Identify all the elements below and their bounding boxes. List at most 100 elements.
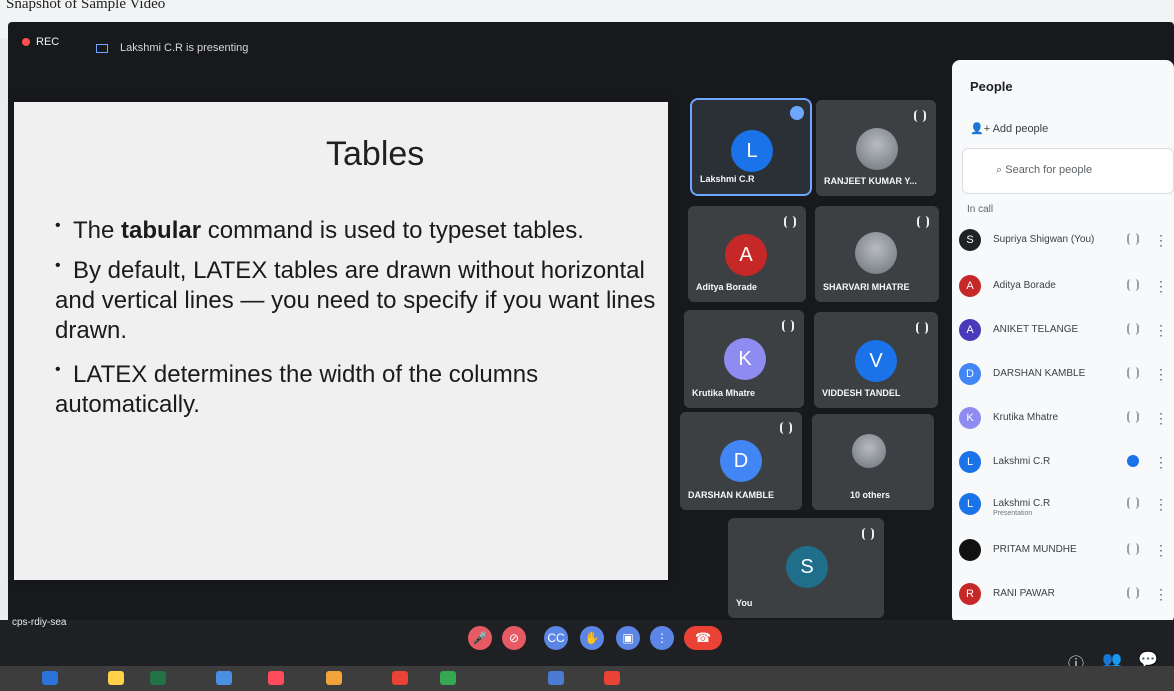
bullet-dot-icon: •	[55, 217, 61, 234]
windows-taskbar	[0, 666, 1174, 691]
more-options-icon[interactable]: ⋮	[1154, 322, 1168, 339]
avatar	[959, 539, 981, 561]
participant-name: Supriya Shigwan (You)	[993, 234, 1095, 245]
avatar: D	[959, 363, 981, 385]
avatar: R	[959, 583, 981, 605]
participant-tile[interactable]: D DARSHAN KAMBLE	[680, 412, 802, 510]
more-options-icon[interactable]: ⋮	[1154, 278, 1168, 295]
bullet-3-text: LATEX determines the width of the column…	[55, 361, 539, 418]
mic-off-button[interactable]: 🎤	[468, 626, 492, 650]
muted-mic-icon	[1127, 367, 1139, 379]
participant-name: SHARVARI MHATRE	[823, 282, 910, 292]
people-list-item[interactable]: R RANI PAWAR ⋮	[959, 582, 1171, 610]
in-call-section-label: In call	[967, 204, 994, 215]
participant-tile[interactable]: A Aditya Borade	[688, 206, 806, 302]
edge-icon[interactable]	[42, 671, 58, 685]
muted-mic-icon	[917, 216, 929, 228]
participant-name: ANIKET TELANGE	[993, 324, 1079, 335]
muted-mic-icon	[916, 322, 928, 334]
people-list-item[interactable]: S Supriya Shigwan (You) ⋮	[959, 228, 1171, 256]
captions-button[interactable]: CC	[544, 626, 568, 650]
more-options-icon[interactable]: ⋮	[1154, 454, 1168, 471]
raise-hand-button[interactable]: ✋	[580, 626, 604, 650]
people-list-item[interactable]: PRITAM MUNDHE ⋮	[959, 538, 1171, 566]
people-list-item[interactable]: K Krutika Mhatre ⋮	[959, 406, 1171, 434]
muted-mic-icon	[1127, 233, 1139, 245]
slide-title: Tables	[326, 135, 425, 173]
participant-name: Aditya Borade	[696, 282, 758, 292]
others-avatars	[852, 434, 886, 468]
participant-name: RANI PAWAR	[993, 588, 1055, 599]
muted-mic-icon	[914, 110, 926, 122]
slide-bullet-3: • LATEX determines the width of the colum…	[55, 360, 615, 420]
participant-name: Aditya Borade	[993, 280, 1056, 291]
people-list-item[interactable]: A ANIKET TELANGE ⋮	[959, 318, 1171, 346]
app-icon[interactable]	[268, 671, 284, 685]
file-explorer-icon[interactable]	[108, 671, 124, 685]
more-options-icon[interactable]: ⋮	[1154, 232, 1168, 249]
avatar	[856, 128, 898, 170]
recording-label: REC	[36, 36, 60, 48]
more-options-icon[interactable]: ⋮	[1154, 542, 1168, 559]
participant-tile[interactable]: K Krutika Mhatre	[684, 310, 804, 408]
people-list-item[interactable]: L Lakshmi C.R Presentation ⋮	[959, 492, 1171, 520]
excel-icon[interactable]	[150, 671, 166, 685]
more-options-button[interactable]: ⋮	[650, 626, 674, 650]
add-people-button[interactable]: 👤+ Add people	[970, 122, 1048, 135]
avatar: S	[959, 229, 981, 251]
presenting-text: Lakshmi C.R is presenting	[120, 42, 249, 54]
recording-indicator: REC	[22, 36, 59, 48]
bullet-dot-icon: •	[55, 257, 61, 274]
self-tile[interactable]: S You	[728, 518, 884, 618]
avatar: A	[959, 319, 981, 341]
bullet-dot-icon: •	[55, 361, 61, 378]
dropbox-icon[interactable]	[216, 671, 232, 685]
participant-tile[interactable]: V VIDDESH TANDEL	[814, 312, 938, 408]
present-now-button[interactable]: ▣	[616, 626, 640, 650]
more-options-icon[interactable]: ⋮	[1154, 366, 1168, 383]
avatar: S	[786, 546, 828, 588]
people-list-item[interactable]: A Aditya Borade ⋮	[959, 274, 1171, 302]
participant-tile[interactable]: SHARVARI MHATRE	[815, 206, 939, 302]
avatar: L	[731, 130, 773, 172]
slide-bullet-1: • The tabular command is used to typeset …	[55, 216, 665, 246]
people-list-item[interactable]: D DARSHAN KAMBLE ⋮	[959, 362, 1171, 390]
others-tile[interactable]: 10 others	[812, 414, 934, 510]
participant-name: You	[736, 598, 753, 608]
people-list-item[interactable]: L Lakshmi C.R ⋮	[959, 450, 1171, 478]
participant-tile[interactable]: L Lakshmi C.R	[690, 98, 812, 196]
camera-off-button[interactable]: ⊘	[502, 626, 526, 650]
participant-name: Krutika Mhatre	[993, 412, 1059, 423]
more-options-icon[interactable]: ⋮	[1154, 586, 1168, 603]
participant-tile[interactable]: RANJEET KUMAR Y...	[816, 100, 936, 196]
participant-name: DARSHAN KAMBLE	[688, 490, 774, 500]
speaking-icon	[1127, 455, 1139, 467]
muted-mic-icon	[862, 528, 874, 540]
chrome-icon[interactable]	[392, 671, 408, 685]
avatar	[855, 232, 897, 274]
add-person-icon: 👤+	[970, 123, 991, 135]
people-search-placeholder: ⌕ Search for people	[996, 164, 1093, 176]
meeting-code: cps-rdiy-sea	[12, 617, 67, 628]
muted-mic-icon	[1127, 543, 1139, 555]
muted-mic-icon	[780, 422, 792, 434]
recording-dot-icon	[22, 38, 30, 47]
chrome-icon[interactable]	[604, 671, 620, 685]
app-icon[interactable]	[548, 671, 564, 685]
muted-mic-icon	[1127, 497, 1139, 509]
avatar: K	[724, 338, 766, 380]
muted-mic-icon	[1127, 587, 1139, 599]
bullet-1-text: The tabular command is used to typeset t…	[73, 217, 584, 244]
participant-name: Lakshmi C.R	[993, 498, 1051, 509]
present-screen-icon	[96, 43, 108, 53]
bullet-2-text: By default, LATEX tables are drawn witho…	[55, 257, 656, 344]
more-options-icon[interactable]: ⋮	[1154, 410, 1168, 427]
end-call-button[interactable]: ☎	[684, 626, 722, 650]
participant-name: Lakshmi C.R	[993, 456, 1051, 467]
presenting-status: Lakshmi C.R is presenting	[96, 42, 248, 54]
more-options-icon[interactable]: ⋮	[1154, 496, 1168, 513]
participant-name: Krutika Mhatre	[692, 388, 756, 398]
app-icon[interactable]	[326, 671, 342, 685]
muted-mic-icon	[782, 320, 794, 332]
chrome-icon[interactable]	[440, 671, 456, 685]
